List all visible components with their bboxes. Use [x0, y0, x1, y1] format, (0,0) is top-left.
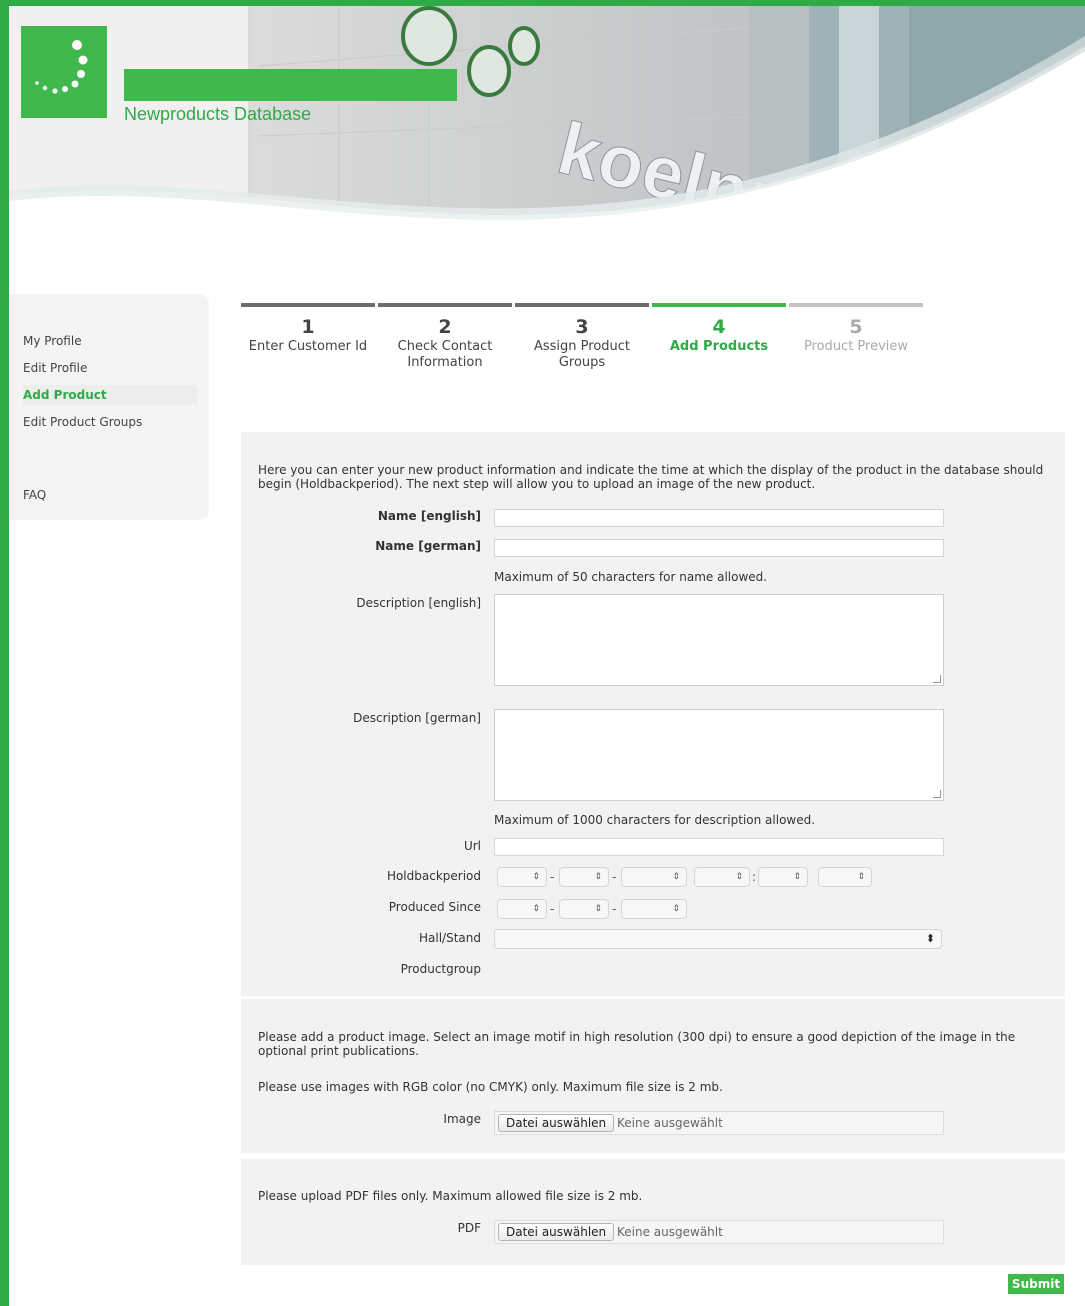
select-arrows-icon: ⬍ — [925, 932, 935, 945]
pdf-choose-file-button[interactable]: Datei auswählen — [498, 1223, 615, 1241]
holdback-year-select[interactable]: ⇕ — [621, 867, 687, 887]
description-english-textarea[interactable] — [494, 594, 944, 686]
select-arrows-icon: ⇕ — [594, 904, 602, 914]
select-arrows-icon: ⇕ — [793, 872, 801, 882]
name-german-input[interactable] — [494, 539, 944, 557]
form-intro-text: Here you can enter your new product info… — [258, 463, 1044, 491]
description-english-label: Description [english] — [356, 596, 481, 610]
productgroup-label: Productgroup — [400, 962, 481, 976]
step-4: 4 Add Products — [652, 303, 786, 383]
image-file-input: Datei auswählen Keine ausgewählt — [494, 1111, 944, 1135]
step-number: 4 — [712, 316, 726, 338]
select-arrows-icon: ⇕ — [532, 872, 540, 882]
produced-year-select[interactable]: ⇕ — [621, 899, 687, 919]
step-bar — [241, 303, 375, 307]
image-label: Image — [443, 1112, 481, 1126]
step-bar — [789, 303, 923, 307]
name-hint: Maximum of 50 characters for name allowe… — [494, 570, 768, 584]
name-german-label: Name [german] — [375, 539, 481, 553]
step-label: Add Products — [669, 339, 769, 354]
select-arrows-icon: ⇕ — [672, 904, 680, 914]
app-title: Newproducts Database — [124, 104, 312, 124]
description-german-label: Description [german] — [353, 711, 481, 725]
produced-month-select[interactable]: ⇕ — [559, 899, 609, 919]
header-hero-image: koelnmesse — [9, 6, 1085, 256]
pdf-upload-panel: Please upload PDF files only. Maximum al… — [241, 1159, 1065, 1265]
produced-since-label: Produced Since — [388, 900, 481, 914]
name-english-input[interactable] — [494, 509, 944, 527]
submit-button[interactable]: Submit — [1008, 1274, 1064, 1294]
select-arrows-icon: ⇕ — [735, 872, 743, 882]
select-arrows-icon: ⇕ — [532, 904, 540, 914]
time-separator: : — [752, 870, 757, 884]
image-requirements: Please use images with RGB color (no CMY… — [258, 1080, 723, 1094]
description-hint: Maximum of 1000 characters for descripti… — [494, 813, 816, 827]
holdback-minute-select[interactable]: ⇕ — [758, 867, 808, 887]
step-bar — [378, 303, 512, 307]
holdback-day-select[interactable]: ⇕ — [497, 867, 547, 887]
step-5: 5 Product Preview — [789, 303, 923, 383]
url-label: Url — [463, 839, 481, 853]
step-label: Assign Product Groups — [533, 339, 631, 370]
sidebar: My Profile Edit Profile Add Product Edit… — [9, 294, 209, 520]
url-input[interactable] — [494, 838, 944, 856]
step-number: 3 — [575, 316, 589, 338]
frame-left-border — [0, 0, 9, 1306]
hall-stand-select[interactable]: ⬍ — [494, 929, 942, 949]
pdf-instructions: Please upload PDF files only. Maximum al… — [258, 1189, 643, 1203]
resize-grip-icon[interactable] — [933, 675, 941, 683]
step-bar — [515, 303, 649, 307]
wizard-steps: 1 Enter Customer Id 2 Check Contact Info… — [241, 303, 923, 383]
image-instructions: Please add a product image. Select an im… — [258, 1030, 1016, 1058]
brand-logo[interactable] — [21, 26, 107, 118]
step-2: 2 Check Contact Information — [378, 303, 512, 383]
holdbackperiod-label: Holdbackperiod — [386, 869, 481, 883]
step-label: Check Contact Information — [397, 339, 493, 370]
image-no-file-text: Keine ausgewählt — [617, 1116, 723, 1130]
image-choose-file-button[interactable]: Datei auswählen — [498, 1114, 615, 1132]
sidebar-item-my-profile[interactable]: My Profile — [23, 334, 82, 348]
step-label: Enter Customer Id — [248, 339, 368, 354]
holdback-second-select[interactable]: ⇕ — [818, 867, 872, 887]
step-1: 1 Enter Customer Id — [241, 303, 375, 383]
step-number: 5 — [849, 316, 863, 338]
date-separator: - — [550, 902, 555, 916]
description-german-textarea[interactable] — [494, 709, 944, 801]
step-label: Product Preview — [803, 339, 909, 354]
select-arrows-icon: ⇕ — [857, 872, 865, 882]
select-arrows-icon: ⇕ — [672, 872, 680, 882]
page-header: koelnmesse Newproducts Database — [9, 6, 1085, 256]
step-3: 3 Assign Product Groups — [515, 303, 649, 383]
loading-dots-icon — [35, 40, 88, 94]
pdf-no-file-text: Keine ausgewählt — [617, 1225, 723, 1239]
header-title-bar — [124, 69, 457, 101]
date-separator: - — [550, 870, 555, 884]
date-separator: - — [612, 902, 617, 916]
sidebar-item-edit-profile[interactable]: Edit Profile — [23, 361, 87, 375]
sidebar-item-add-product[interactable]: Add Product — [23, 385, 197, 405]
step-bar — [652, 303, 786, 307]
name-english-label: Name [english] — [377, 509, 481, 523]
hall-stand-label: Hall/Stand — [419, 931, 481, 945]
resize-grip-icon[interactable] — [933, 790, 941, 798]
select-arrows-icon: ⇕ — [594, 872, 602, 882]
sidebar-item-faq[interactable]: FAQ — [23, 488, 46, 502]
date-separator: - — [612, 870, 617, 884]
holdback-month-select[interactable]: ⇕ — [559, 867, 609, 887]
pdf-label: PDF — [457, 1221, 481, 1235]
sidebar-item-edit-product-groups[interactable]: Edit Product Groups — [23, 415, 142, 429]
pdf-file-input: Datei auswählen Keine ausgewählt — [494, 1220, 944, 1244]
product-form-panel: Here you can enter your new product info… — [241, 432, 1065, 996]
step-number: 1 — [301, 316, 315, 338]
produced-day-select[interactable]: ⇕ — [497, 899, 547, 919]
image-upload-panel: Please add a product image. Select an im… — [241, 999, 1065, 1153]
holdback-hour-select[interactable]: ⇕ — [694, 867, 750, 887]
step-number: 2 — [438, 316, 452, 338]
